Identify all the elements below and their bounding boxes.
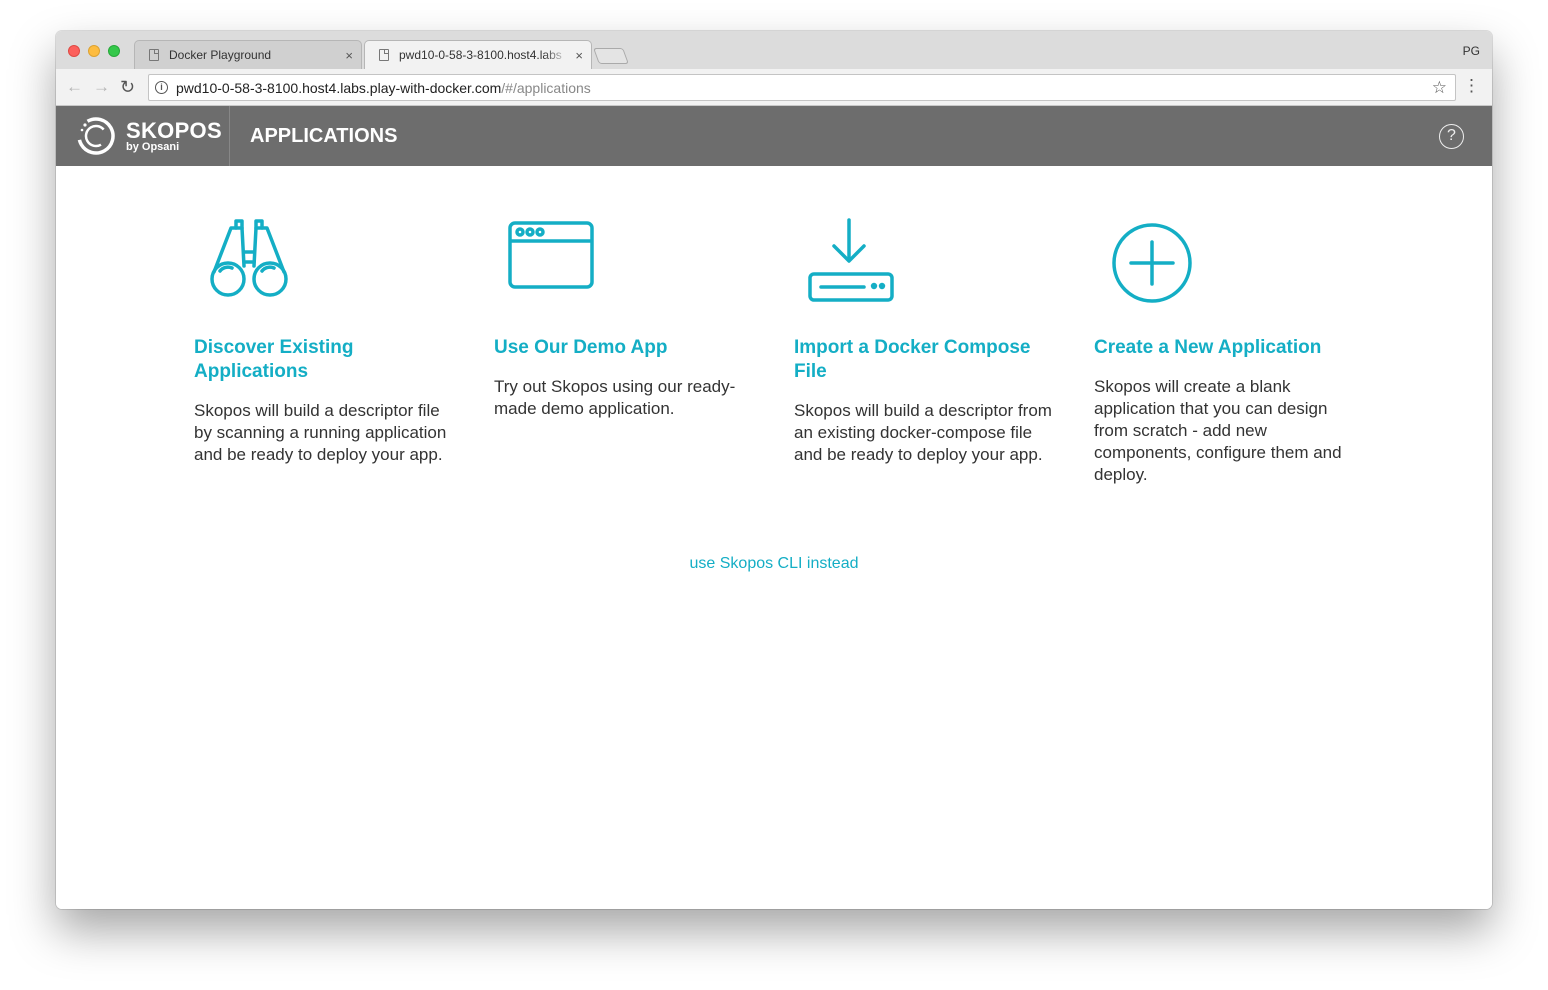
main-content: Discover Existing Applications Skopos wi… (56, 166, 1492, 909)
card-description: Skopos will build a descriptor file by s… (194, 401, 447, 464)
page-icon (149, 49, 159, 61)
binoculars-icon (210, 219, 288, 297)
use-cli-link[interactable]: use Skopos CLI instead (56, 555, 1492, 573)
info-icon[interactable]: i (155, 81, 168, 94)
browser-window-icon (508, 221, 594, 289)
url-host: pwd10-0-58-3-8100.host4.labs.play-with-d… (176, 79, 502, 96)
back-arrow-icon[interactable]: ← (66, 77, 83, 97)
url-path: /#/applications (501, 79, 591, 96)
card-description: Skopos will create a blank application t… (1094, 377, 1342, 484)
bookmark-star-icon[interactable]: ☆ (1432, 78, 1447, 98)
brand-subtitle: by Opsani (126, 141, 180, 153)
help-icon[interactable]: ? (1439, 124, 1464, 149)
tab-title: Docker Playground (169, 48, 272, 62)
close-window-button[interactable] (68, 45, 80, 57)
card-title[interactable]: Create a New Application (1094, 336, 1354, 360)
download-import-icon (808, 218, 894, 302)
minimize-window-button[interactable] (88, 45, 100, 57)
profile-button[interactable]: PG (1463, 44, 1480, 58)
tab-docker-playground[interactable]: Docker Playground × (134, 40, 362, 69)
maximize-window-button[interactable] (108, 45, 120, 57)
reload-icon[interactable]: ↻ (120, 77, 135, 97)
tab-close-icon[interactable]: × (345, 48, 353, 63)
browser-toolbar: ← → ↻ i pwd10-0-58-3-8100.host4.labs.pla… (56, 69, 1492, 106)
brand[interactable]: SKOPOS by Opsani (56, 106, 230, 166)
forward-arrow-icon[interactable]: → (93, 77, 110, 97)
card-title[interactable]: Use Our Demo App (494, 336, 754, 360)
skopos-logo-icon (77, 117, 115, 155)
card-description: Skopos will build a descriptor from an e… (794, 401, 1052, 464)
card-title[interactable]: Import a Docker Compose File (794, 336, 1054, 384)
page-icon (379, 49, 389, 61)
plus-circle-icon (1112, 223, 1192, 303)
app-header: SKOPOS by Opsani APPLICATIONS ? (56, 106, 1492, 166)
browser-menu-icon[interactable]: ⋮ (1463, 76, 1480, 96)
new-tab-button[interactable] (593, 48, 629, 64)
card-description: Try out Skopos using our ready-made demo… (494, 377, 736, 418)
card-title[interactable]: Discover Existing Applications (194, 336, 454, 384)
address-bar[interactable]: i pwd10-0-58-3-8100.host4.labs.play-with… (148, 74, 1456, 101)
tab-applications[interactable]: pwd10-0-58-3-8100.host4.labs × (364, 40, 592, 69)
tab-close-icon[interactable]: × (575, 48, 583, 63)
browser-window: Docker Playground × pwd10-0-58-3-8100.ho… (56, 31, 1492, 909)
page-title: APPLICATIONS (250, 125, 398, 147)
tab-title: pwd10-0-58-3-8100.host4.labs (399, 48, 562, 62)
tab-strip: Docker Playground × pwd10-0-58-3-8100.ho… (56, 31, 1492, 69)
